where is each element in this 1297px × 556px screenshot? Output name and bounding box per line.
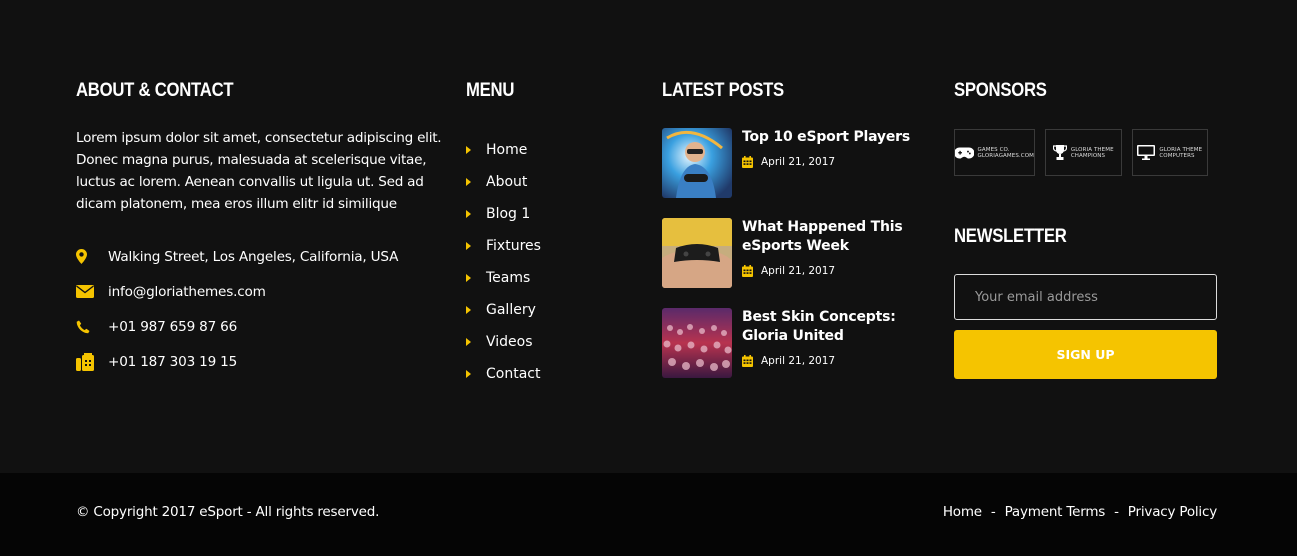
caret-right-icon [466,338,471,346]
about-contact-column: ABOUT & CONTACT Lorem ipsum dolor sit am… [76,78,446,379]
caret-right-icon [466,242,471,250]
post-title[interactable]: Top 10 eSport Players [742,128,910,147]
latest-posts-column: LATEST POSTS Top 10 eSport Players April… [662,78,922,398]
menu-item-label[interactable]: Home [486,142,527,158]
menu-list: Home About Blog 1 Fixtures Teams Gallery… [466,134,636,390]
sponsor-logos: GAMES CO. GLORIAGAMES.COM GLORIA THEME CHA… [954,129,1218,176]
signup-button[interactable]: SIGN UP [954,330,1217,379]
sponsor-line2: CHAMPIONS [1070,152,1106,159]
post-info: Top 10 eSport Players April 21, 2017 [742,128,910,218]
about-text: Lorem ipsum dolor sit amet, consectetur … [76,130,442,212]
sponsor-logo-computers[interactable]: GLORIA THEME COMPUTERS [1131,129,1208,176]
link-separator: - [1114,504,1119,520]
post-item: Top 10 eSport Players April 21, 2017 [662,128,922,218]
post-date: April 21, 2017 [742,265,922,277]
post-date: April 21, 2017 [742,156,910,168]
footer-link-payment-terms[interactable]: Payment Terms [1005,504,1106,520]
post-info: Best Skin Concepts: Gloria United April … [742,308,922,398]
copyright-text: © Copyright 2017 eSport - All rights res… [76,504,380,520]
sponsor-logo-text: GLORIA THEME COMPUTERS [1159,147,1202,159]
about-heading: ABOUT & CONTACT [76,80,234,101]
post-title[interactable]: What Happened This eSports Week [742,218,922,256]
post-date-text: April 21, 2017 [761,355,836,367]
menu-item-teams[interactable]: Teams [466,262,636,294]
contact-address-text: Walking Street, Los Angeles, California,… [108,248,399,265]
sponsors-column: SPONSORS GAMES CO. GLORIAGAMES.COM GLORIA… [954,78,1218,379]
menu-item-fixtures[interactable]: Fixtures [466,230,636,262]
caret-right-icon [466,178,471,186]
post-item: What Happened This eSports Week April 21… [662,218,922,308]
caret-right-icon [466,146,471,154]
post-item: Best Skin Concepts: Gloria United April … [662,308,922,398]
post-date-text: April 21, 2017 [761,156,836,168]
footer-link-privacy-policy[interactable]: Privacy Policy [1128,504,1217,520]
sponsor-line2: COMPUTERS [1159,152,1195,159]
menu-item-about[interactable]: About [466,166,636,198]
menu-item-label[interactable]: About [486,174,527,190]
footer-links: Home - Payment Terms - Privacy Policy [943,504,1217,520]
link-separator: - [990,504,996,520]
post-thumbnail[interactable] [662,128,732,198]
caret-right-icon [466,370,471,378]
calendar-icon [742,156,753,168]
post-date: April 21, 2017 [742,355,922,367]
contact-address: Walking Street, Los Angeles, California,… [76,239,446,274]
gamepad-icon [955,146,974,159]
menu-item-contact[interactable]: Contact [466,358,636,390]
menu-item-home[interactable]: Home [466,134,636,166]
trophy-icon [1052,145,1067,160]
sponsor-logo-champions[interactable]: GLORIA THEME CHAMPIONS [1045,129,1122,176]
contact-email-text[interactable]: info@gloriathemes.com [108,284,266,300]
contact-fax-text: +01 187 303 19 15 [108,353,238,370]
newsletter-email-input[interactable] [954,274,1217,320]
footer-link-home[interactable]: Home [943,504,982,520]
latest-posts-heading: LATEST POSTS [662,80,784,101]
monitor-icon [1137,145,1156,160]
contact-phone-text[interactable]: +01 987 659 87 66 [108,319,237,335]
post-date-text: April 21, 2017 [761,265,836,277]
menu-item-label[interactable]: Videos [486,334,533,350]
post-thumbnail[interactable] [662,218,732,288]
sponsor-logo-text: GLORIA THEME CHAMPIONS [1071,147,1114,159]
contact-fax: +01 187 303 19 15 [76,344,446,379]
menu-item-videos[interactable]: Videos [466,326,636,358]
contact-phone[interactable]: +01 987 659 87 66 [76,309,446,344]
menu-item-label[interactable]: Contact [486,366,540,382]
fax-icon [76,352,108,372]
sponsor-line1: GLORIA THEME [1159,146,1203,153]
menu-item-label[interactable]: Fixtures [486,238,541,254]
calendar-icon [742,355,753,367]
menu-item-gallery[interactable]: Gallery [466,294,636,326]
post-thumbnail[interactable] [662,308,732,378]
caret-right-icon [466,274,471,282]
phone-icon [76,317,108,337]
menu-item-label[interactable]: Blog 1 [486,206,530,222]
envelope-icon [76,282,108,302]
post-title[interactable]: Best Skin Concepts: Gloria United [742,308,922,346]
sponsors-heading: SPONSORS [954,80,1047,101]
caret-right-icon [466,306,471,314]
caret-right-icon [466,210,471,218]
contact-email[interactable]: info@gloriathemes.com [76,274,446,309]
newsletter-heading: NEWSLETTER [954,226,1067,247]
footer-bottom-bar: © Copyright 2017 eSport - All rights res… [0,473,1297,556]
contact-list: Walking Street, Los Angeles, California,… [76,239,446,379]
menu-item-label[interactable]: Gallery [486,302,536,318]
sponsor-logo-text: GAMES CO. GLORIAGAMES.COM [978,147,1034,159]
sponsor-line2: GLORIAGAMES.COM [977,152,1034,159]
map-pin-icon [76,247,108,267]
menu-heading: MENU [466,80,515,101]
footer-main: ABOUT & CONTACT Lorem ipsum dolor sit am… [0,0,1297,473]
post-info: What Happened This eSports Week April 21… [742,218,922,308]
calendar-icon [742,265,753,277]
menu-item-label[interactable]: Teams [486,270,530,286]
sponsor-line1: GLORIA THEME [1070,146,1114,153]
menu-column: MENU Home About Blog 1 Fixtures Teams Ga… [466,78,636,390]
post-list: Top 10 eSport Players April 21, 2017 Wha… [662,128,922,398]
sponsor-logo-games-co[interactable]: GAMES CO. GLORIAGAMES.COM [954,129,1035,176]
menu-item-blog[interactable]: Blog 1 [466,198,636,230]
